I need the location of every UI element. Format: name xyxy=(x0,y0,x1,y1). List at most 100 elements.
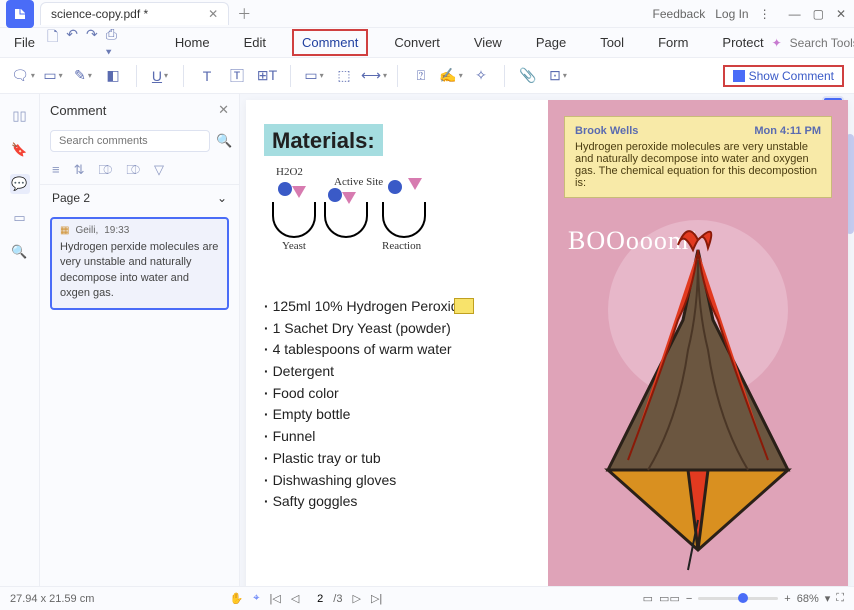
tab-view[interactable]: View xyxy=(466,31,510,54)
search-icon[interactable]: 🔍 xyxy=(216,133,232,149)
pencil-tool[interactable]: ✎ xyxy=(70,63,96,89)
bookmark-icon[interactable]: 🔖 xyxy=(10,140,30,160)
volcano-illustration: BOOooom! 4400°c xyxy=(548,220,848,586)
eraser-tool[interactable]: ◧ xyxy=(100,63,126,89)
checkbox-icon xyxy=(733,70,745,82)
highlight-tool[interactable]: ▭ xyxy=(40,63,66,89)
custom-stamp-tool[interactable]: ✧ xyxy=(468,63,494,89)
text-tool[interactable]: T xyxy=(194,63,220,89)
page-group-header[interactable]: Page 2 ⌄ xyxy=(40,184,239,211)
comment-panel-title: Comment xyxy=(50,103,106,118)
first-page-icon[interactable]: |◁ xyxy=(269,592,280,605)
h2o2-label: H2O2 xyxy=(276,166,303,178)
zoom-level[interactable]: 68% xyxy=(797,593,819,605)
login-link[interactable]: Log In xyxy=(715,7,748,21)
comment-panel-icon[interactable]: 💬 xyxy=(10,174,30,194)
tab-convert[interactable]: Convert xyxy=(386,31,448,54)
zoom-in-icon[interactable]: + xyxy=(784,593,790,605)
document-viewport[interactable]: W Materials: H2O2 Yeast Active Site xyxy=(240,94,854,586)
view-mode-2-icon[interactable]: ▭▭ xyxy=(659,592,680,605)
close-tab-icon[interactable]: ✕ xyxy=(208,7,218,21)
text-callout-tool[interactable]: 🅃 xyxy=(224,63,250,89)
expand-icon[interactable]: ≡ xyxy=(52,162,60,178)
sort-icon[interactable]: ⇅ xyxy=(74,162,85,178)
sticky-note-popup[interactable]: Brook Wells Mon 4:11 PM Hydrogen peroxid… xyxy=(564,116,832,198)
zoom-slider[interactable] xyxy=(698,597,778,600)
tab-tool[interactable]: Tool xyxy=(592,31,632,54)
callout-tool[interactable]: ⬚ xyxy=(331,63,357,89)
note-icon: ▦ xyxy=(60,225,69,236)
filter1-icon[interactable]: ⎄ xyxy=(99,162,113,178)
print-icon[interactable]: ⎙ ▾ xyxy=(106,26,117,60)
tab-page[interactable]: Page xyxy=(528,31,574,54)
feedback-link[interactable]: Feedback xyxy=(653,7,706,21)
comment-item[interactable]: ▦ Geili, 19:33 Hydrogen perxide molecule… xyxy=(50,217,229,310)
comment-toolbar: 🗨 ▭ ✎ ◧ U T 🅃 ⊞T ▭ ⬚ ⟷ ⍰ ✍ ✧ 📎 ⊡ Show Co… xyxy=(0,58,854,94)
signature-tool[interactable]: ✍ xyxy=(438,63,464,89)
material-item: 125ml 10% Hydrogen Peroxide xyxy=(264,296,530,318)
tab-protect[interactable]: Protect xyxy=(714,31,771,54)
search-tools-input[interactable] xyxy=(790,36,854,50)
measure-tool[interactable]: ⟷ xyxy=(361,63,387,89)
yeast-label: Yeast xyxy=(282,240,306,252)
note-tool[interactable]: 🗨 xyxy=(10,63,36,89)
redo-icon[interactable]: ↷ xyxy=(86,26,98,60)
chevron-down-icon[interactable]: ▾ xyxy=(825,592,831,605)
reaction-diagram: H2O2 Yeast Active Site Reaction xyxy=(264,170,530,260)
show-comment-label: Show Comment xyxy=(749,69,834,83)
last-page-icon[interactable]: ▷| xyxy=(371,592,382,605)
tab-form[interactable]: Form xyxy=(650,31,696,54)
tab-home[interactable]: Home xyxy=(167,31,218,54)
hand-tool-icon[interactable]: ✋ xyxy=(230,592,244,605)
stamp-tool[interactable]: ⍰ xyxy=(408,63,434,89)
sticky-note-marker[interactable] xyxy=(454,298,474,314)
select-tool-icon[interactable]: ⌖ xyxy=(253,592,259,605)
circle-icon xyxy=(388,180,402,194)
materials-list: 125ml 10% Hydrogen Peroxide1 Sachet Dry … xyxy=(264,296,530,513)
pdf-page: Materials: H2O2 Yeast Active Site xyxy=(246,100,848,586)
prev-page-icon[interactable]: ◁ xyxy=(291,592,299,605)
funnel-icon[interactable]: ▽ xyxy=(154,162,164,178)
circle-icon xyxy=(278,182,292,196)
close-panel-icon[interactable]: ✕ xyxy=(218,102,229,118)
yeast-cup-icon xyxy=(324,202,368,238)
undo-icon[interactable]: ↶ xyxy=(66,26,78,60)
next-page-icon[interactable]: ▷ xyxy=(352,592,360,605)
minimize-icon[interactable]: — xyxy=(789,7,801,21)
tab-comment[interactable]: Comment xyxy=(292,29,368,56)
material-item: 1 Sachet Dry Yeast (powder) xyxy=(264,318,530,340)
page-dimensions: 27.94 x 21.59 cm xyxy=(10,593,94,605)
circle-icon xyxy=(328,188,342,202)
tab-title: science-copy.pdf * xyxy=(51,7,148,21)
shape-tool[interactable]: ▭ xyxy=(301,63,327,89)
fullscreen-icon[interactable]: ⛶ xyxy=(836,592,844,605)
page-number-input[interactable] xyxy=(309,593,323,605)
thumbnails-icon[interactable]: ▯▯ xyxy=(10,106,30,126)
attachment-panel-icon[interactable]: ▭ xyxy=(10,208,30,228)
zoom-out-icon[interactable]: − xyxy=(686,593,692,605)
app-logo xyxy=(6,0,34,28)
kebab-icon[interactable]: ⋮ xyxy=(759,7,771,21)
tab-edit[interactable]: Edit xyxy=(236,31,274,54)
underline-tool[interactable]: U xyxy=(147,63,173,89)
attachment-tool[interactable]: 📎 xyxy=(515,63,541,89)
view-mode-1-icon[interactable]: ▭ xyxy=(643,592,653,605)
zoom-thumb[interactable] xyxy=(738,593,748,603)
show-comment-toggle[interactable]: Show Comment xyxy=(723,65,844,87)
file-menu[interactable]: File xyxy=(6,31,43,54)
sticky-time: Mon 4:11 PM xyxy=(754,125,821,137)
maximize-icon[interactable]: ▢ xyxy=(813,7,824,21)
close-window-icon[interactable]: ✕ xyxy=(836,7,846,21)
save-icon[interactable]: 🗋 xyxy=(47,26,58,60)
filter2-icon[interactable]: ⎄ xyxy=(126,162,140,178)
comment-text: Hydrogen perxide molecules are very unst… xyxy=(60,240,219,302)
left-sidebar: ▯▯ 🔖 💬 ▭ 🔍 xyxy=(0,94,40,586)
text-box-tool[interactable]: ⊞T xyxy=(254,63,280,89)
more-tool[interactable]: ⊡ xyxy=(545,63,571,89)
search-panel-icon[interactable]: 🔍 xyxy=(10,242,30,262)
material-item: Funnel xyxy=(264,426,530,448)
document-tab[interactable]: science-copy.pdf * ✕ xyxy=(40,2,229,25)
ai-icon[interactable]: ✦ xyxy=(772,36,782,50)
search-comments-input[interactable] xyxy=(50,130,210,152)
new-tab-button[interactable]: ＋ xyxy=(237,4,251,24)
